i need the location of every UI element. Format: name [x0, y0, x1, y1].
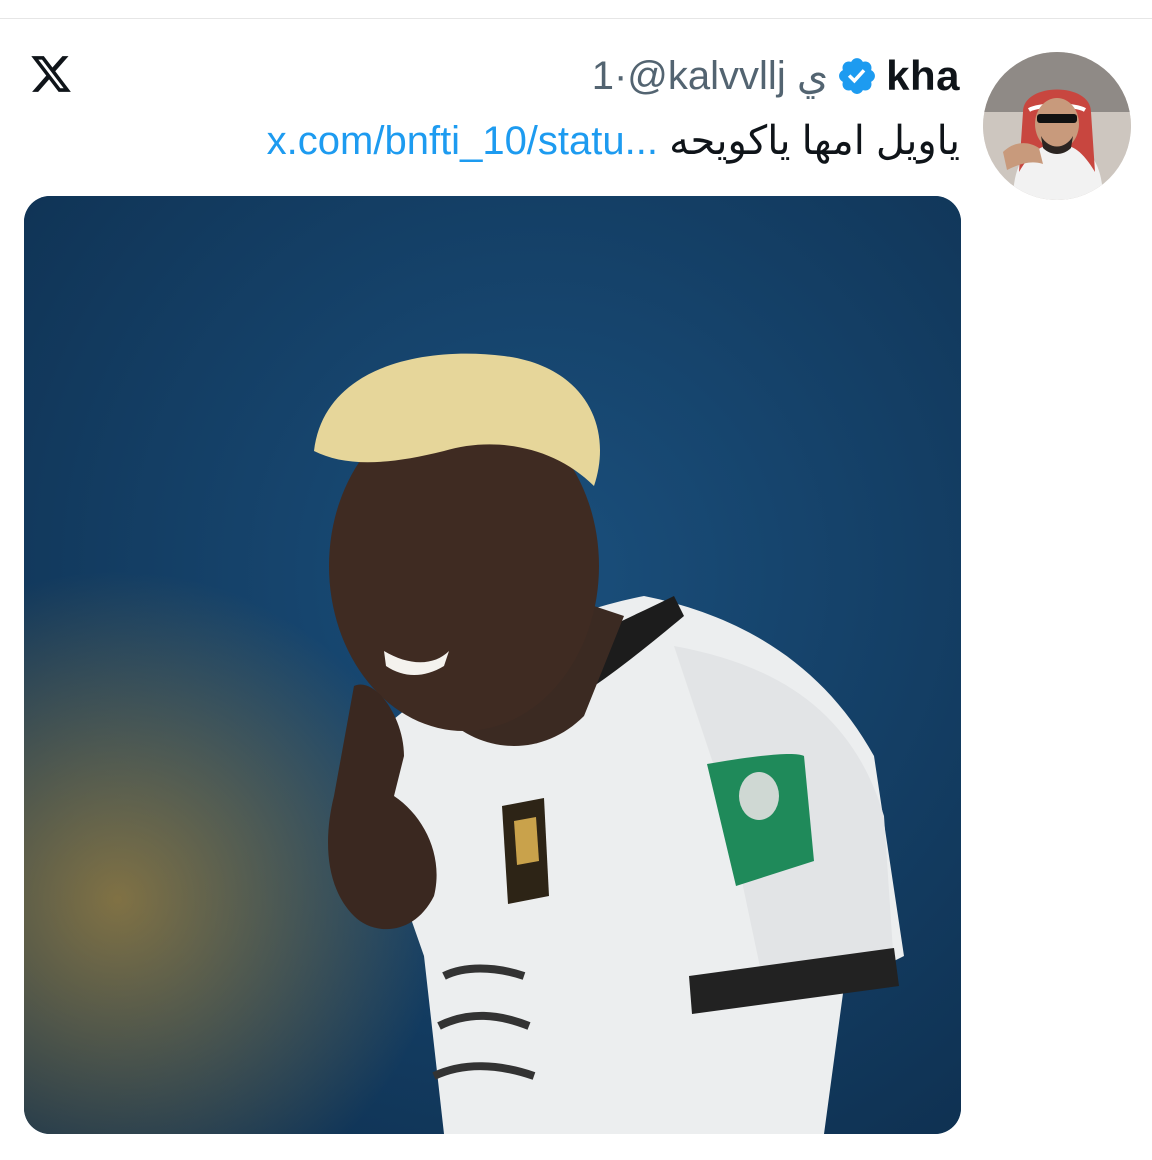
verified-badge-icon [839, 58, 876, 94]
avatar[interactable] [983, 52, 1131, 200]
tweet-media-image[interactable] [24, 196, 961, 1134]
top-divider [0, 18, 1152, 19]
handle-time[interactable]: 1·@kalvvllj ي [592, 53, 828, 99]
tweet-text: ياويل امها ياكويحه x.com/bnfti_10/statu.… [267, 118, 960, 170]
display-name[interactable]: kha [886, 52, 960, 100]
tweet-body: ياويل امها ياكويحه [669, 119, 960, 163]
x-logo-icon[interactable] [28, 52, 74, 96]
tweet-header: 1·@kalvvllj ي kha [592, 52, 960, 100]
avatar-image [983, 52, 1131, 200]
tweet-link[interactable]: x.com/bnfti_10/statu... [267, 119, 658, 163]
